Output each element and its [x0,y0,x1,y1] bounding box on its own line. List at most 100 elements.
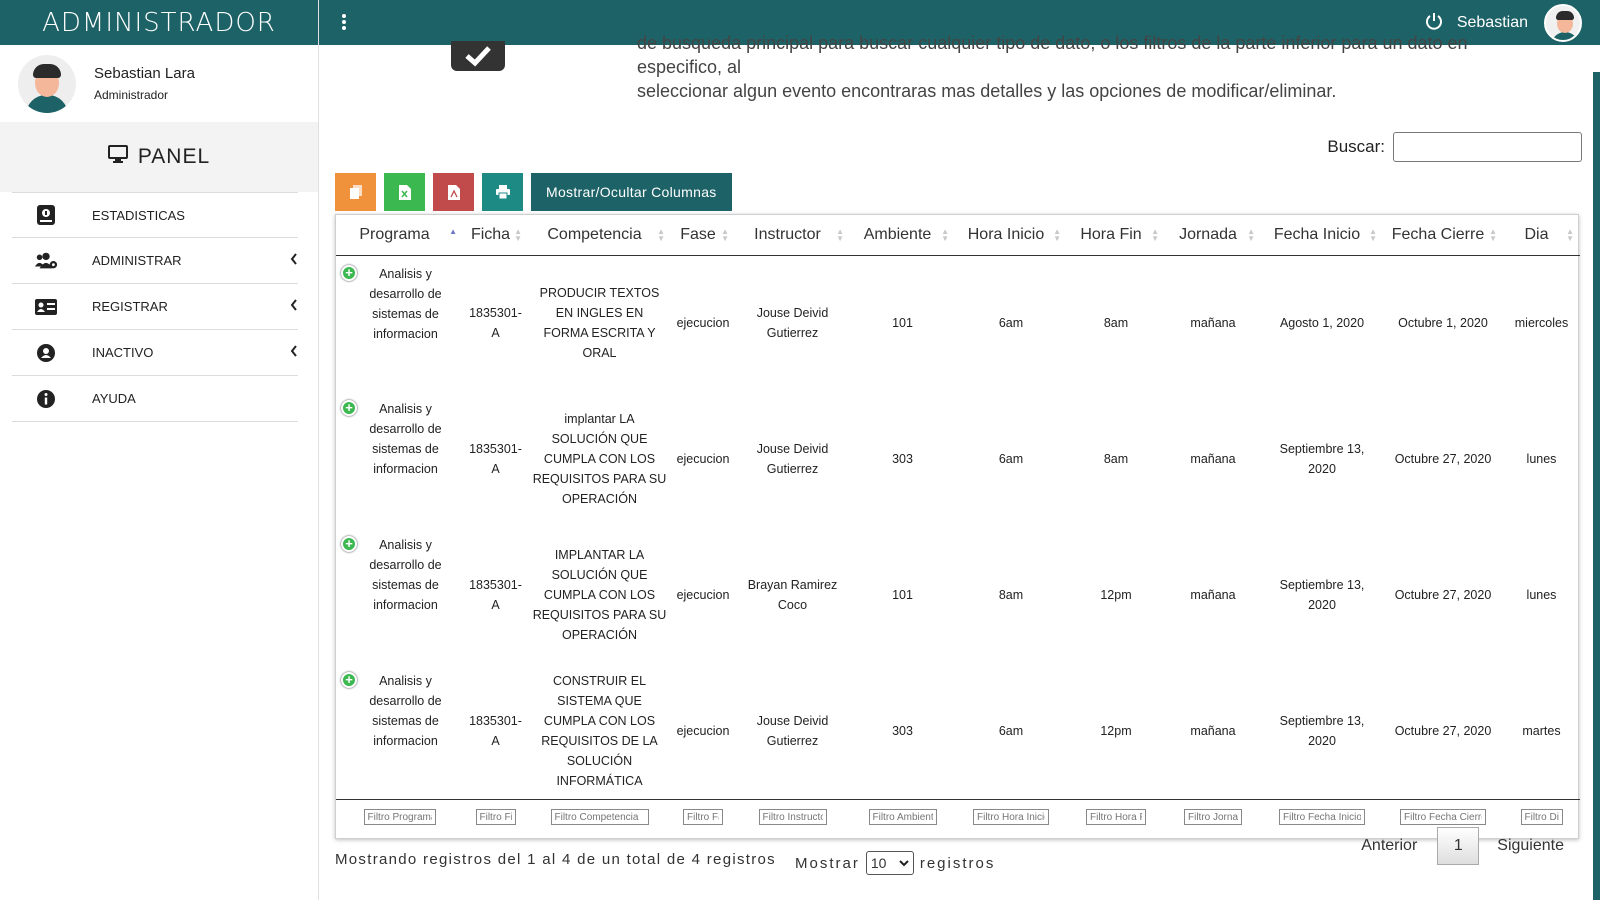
page-length: Mostrar 10 registros [795,851,995,875]
sidebar-item-label: INACTIVO [92,345,154,360]
column-header[interactable]: Programa ▲ [336,215,463,256]
column-header[interactable]: Dia ▲ ▼ [1503,215,1580,256]
chart-book-icon [34,203,58,227]
panel-header[interactable]: PANEL [0,122,318,192]
chevron-left-icon [290,253,298,268]
sort-icon: ▲ ▼ [836,227,844,243]
table-row[interactable]: + Analisis y desarrollo de sistemas de in… [336,663,1580,799]
checkmark-icon [451,41,505,71]
table-row[interactable]: + Analisis y desarrollo de sistemas de in… [336,255,1580,391]
column-header[interactable]: Fecha Inicio ▲ ▼ [1261,215,1383,256]
expand-row-icon[interactable]: + [341,264,357,281]
table-info: Mostrando registros del 1 al 4 de un tot… [335,851,776,868]
column-header[interactable]: Jornada ▲ ▼ [1165,215,1261,256]
excel-button[interactable] [384,173,425,211]
page-size-select[interactable]: 10 [865,851,914,875]
chevron-down-icon [899,859,909,866]
sidebar-item-ayuda[interactable]: AYUDA [12,376,298,422]
expand-row-icon[interactable]: + [341,400,357,416]
chevron-left-icon [290,345,298,360]
sidebar-item-administrar[interactable]: ADMINISTRAR [12,238,298,284]
file-excel-icon [398,184,411,200]
column-filter-input[interactable] [550,809,649,826]
sidebar-item-registrar[interactable]: REGISTRAR [12,284,298,330]
print-button[interactable] [482,173,523,211]
users-gear-icon [34,249,58,273]
copy-button[interactable] [335,173,376,211]
column-header[interactable]: Hora Inicio ▲ ▼ [955,215,1067,256]
column-filter-input[interactable] [1086,809,1146,826]
main-content: de busqueda principal para buscar cualqu… [319,33,1582,900]
next-page-button[interactable]: Siguiente [1497,837,1564,855]
sidebar-item-label: AYUDA [92,391,136,406]
column-filter-input[interactable] [1279,809,1365,826]
show-label: Mostrar [795,854,860,872]
column-header[interactable]: Ficha ▲ ▼ [463,215,528,256]
column-filter-input[interactable] [1400,809,1486,826]
page-button[interactable]: 1 [1437,827,1480,865]
sidebar-user-name: Sebastian Lara [94,65,195,82]
column-filter-input[interactable] [475,809,516,826]
sort-icon: ▲ ▼ [1053,227,1061,243]
kebab-menu-icon[interactable] [341,13,347,36]
print-icon [495,185,510,199]
column-header[interactable]: Ambiente ▲ ▼ [850,215,955,256]
brand-title: ADMINISTRADOR [0,0,318,45]
sort-icon: ▲ ▼ [1566,227,1574,243]
monitor-icon [107,145,128,169]
sidebar-item-label: ESTADISTICAS [92,207,185,223]
file-pdf-icon [447,184,460,200]
column-filter-input[interactable] [1520,809,1563,826]
avatar [18,54,76,113]
column-header[interactable]: Fase ▲ ▼ [671,215,735,256]
expand-row-icon[interactable]: + [341,536,357,552]
table-row[interactable]: + Analisis y desarrollo de sistemas de in… [336,391,1580,527]
chevron-left-icon [290,299,298,314]
column-filter-input[interactable] [973,809,1049,826]
sort-icon: ▲ ▼ [1151,227,1159,243]
id-card-icon [34,295,58,319]
column-filter-input[interactable] [1184,809,1242,826]
sidebar-item-estadisticas[interactable]: ESTADISTICAS [12,192,298,238]
sidebar-item-inactivo[interactable]: INACTIVO [12,330,298,376]
sort-icon: ▲ ▼ [1247,227,1255,243]
sort-icon: ▲ ▼ [1369,227,1377,243]
sidebar-item-label: REGISTRAR [92,299,168,314]
intro-text: de busqueda principal para buscar cualqu… [637,33,1468,101]
data-table: Programa ▲ Ficha ▲ ▼ Competencia ▲ ▼ Fase ▲ ▼ I… [335,214,1580,839]
pagination: Anterior 1 Siguiente [1361,827,1564,865]
search-label: Buscar: [1327,137,1385,156]
sidebar-item-label: ADMINISTRAR [92,253,182,268]
sort-icon: ▲ ▼ [1489,227,1497,243]
column-filter-input[interactable] [363,809,436,826]
column-header[interactable]: Competencia ▲ ▼ [528,215,671,256]
sort-icon: ▲ ▼ [721,227,729,243]
toggle-columns-button[interactable]: Mostrar/Ocultar Columnas [531,173,732,211]
column-header[interactable]: Instructor ▲ ▼ [735,215,850,256]
sidebar: ADMINISTRADOR Sebastian Lara Administrad… [0,0,319,900]
column-header[interactable]: Fecha Cierre ▲ ▼ [1383,215,1503,256]
info-icon [34,387,58,411]
prev-page-button[interactable]: Anterior [1361,837,1417,855]
search-input[interactable] [1393,132,1582,162]
column-filter-input[interactable] [683,809,723,826]
topbar-user-name[interactable]: Sebastian [1457,14,1528,32]
search-row: Buscar: [1327,132,1582,162]
sort-asc-icon: ▲ [449,227,457,236]
records-label: registros [919,854,996,872]
column-header[interactable]: Hora Fin ▲ ▼ [1067,215,1165,256]
sidebar-user-role: Administrador [94,88,169,102]
table-row[interactable]: + Analisis y desarrollo de sistemas de in… [336,527,1580,663]
export-toolbar: Mostrar/Ocultar Columnas [335,173,732,211]
page-scrollbar[interactable] [1593,72,1600,900]
sort-icon: ▲ ▼ [941,227,949,243]
column-filter-input[interactable] [758,809,827,826]
circle-user-icon [34,341,58,365]
panel-label: PANEL [137,145,211,168]
expand-row-icon[interactable]: + [341,672,357,688]
sort-icon: ▲ ▼ [514,227,522,243]
pdf-button[interactable] [433,173,474,211]
column-filter-input[interactable] [868,809,937,826]
copy-icon [349,185,362,199]
table-header-row: Programa ▲ Ficha ▲ ▼ Competencia ▲ ▼ Fase ▲ ▼ I… [336,215,1580,256]
